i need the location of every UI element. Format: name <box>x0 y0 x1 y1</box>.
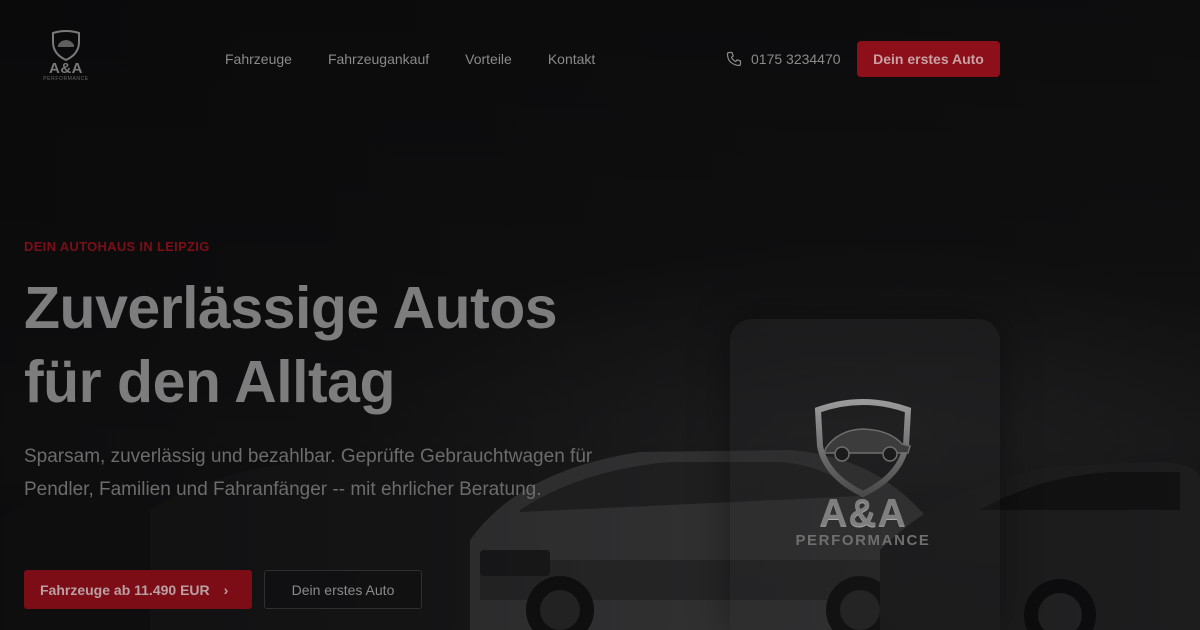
brand-emblem: A&A PERFORMANCE <box>778 396 948 556</box>
header-cta-button[interactable]: Dein erstes Auto <box>857 41 1000 77</box>
nav-link-kontakt[interactable]: Kontakt <box>548 50 595 68</box>
main-nav: Fahrzeuge Fahrzeugankauf Vorteile Kontak… <box>225 50 595 68</box>
hero-title-line-1: Zuverlässige Autos <box>24 275 558 341</box>
phone-link[interactable]: 0175 3234470 <box>726 50 841 68</box>
hero-eyebrow: DEIN AUTOHAUS IN LEIPZIG <box>24 239 210 254</box>
logo-wordmark: A&A <box>49 60 83 77</box>
hero-title: Zuverlässige Autos für den Alltag <box>24 271 644 419</box>
brand-logo[interactable]: A&A PERFORMANCE <box>36 30 96 88</box>
first-car-button[interactable]: Dein erstes Auto <box>264 570 422 609</box>
logo-subtitle: PERFORMANCE <box>43 76 89 82</box>
hero-lead: Sparsam, zuverlässig und bezahlbar. Gepr… <box>24 446 593 500</box>
shield-car-emblem-icon <box>814 399 912 498</box>
nav-link-vorteile[interactable]: Vorteile <box>465 50 512 68</box>
vehicles-cta-label: Fahrzeuge ab 11.490 EUR <box>40 581 210 598</box>
nav-link-fahrzeuge[interactable]: Fahrzeuge <box>225 50 292 68</box>
nav-link-fahrzeugankauf[interactable]: Fahrzeugankauf <box>328 50 429 68</box>
emblem-subtitle: PERFORMANCE <box>795 532 931 549</box>
shield-car-logo-icon <box>52 30 80 62</box>
vehicles-cta-button[interactable]: Fahrzeuge ab 11.490 EUR › <box>24 570 252 609</box>
phone-number: 0175 3234470 <box>751 51 841 67</box>
chevron-right-icon: › <box>223 581 229 598</box>
hero-title-line-2: für den Alltag <box>24 349 396 415</box>
emblem-wordmark: A&A <box>819 492 907 535</box>
phone-icon <box>726 51 742 67</box>
site-header: A&A PERFORMANCE Fahrzeuge Fahrzeugankauf… <box>0 0 1200 118</box>
